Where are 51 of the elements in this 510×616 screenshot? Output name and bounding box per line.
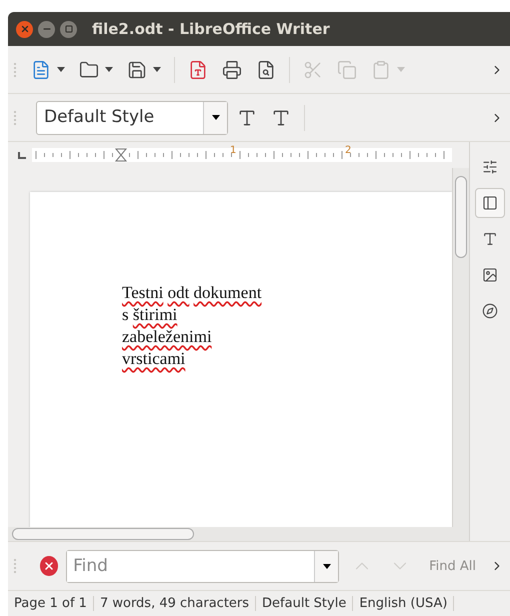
close-find-button[interactable]: [40, 556, 58, 576]
status-bar-item: English (USA): [353, 596, 454, 611]
document-text-line: vrsticami: [122, 348, 186, 370]
maximize-button[interactable]: [60, 20, 77, 38]
indent-marker-icon[interactable]: [114, 148, 128, 162]
scroll-thumb[interactable]: [12, 528, 194, 540]
sidebar-tab[interactable]: [475, 188, 505, 218]
dropdown-button[interactable]: [314, 550, 338, 582]
ruler-number: 2: [345, 145, 352, 156]
caret-icon: [322, 564, 331, 568]
tab-stop-icon: [18, 152, 26, 158]
vertical-scrollbar[interactable]: [452, 168, 469, 527]
caret-icon: [397, 67, 405, 72]
pdf-icon: [188, 60, 208, 80]
caret-icon: [212, 115, 220, 120]
save-icon: [127, 60, 147, 80]
text-style-icon: [271, 108, 291, 128]
sliders-icon: [482, 158, 498, 176]
printer-icon: [222, 60, 242, 80]
close-icon: [42, 560, 55, 572]
window-title: file2.odt - LibreOffice Writer: [92, 20, 330, 38]
scissors-icon: [303, 60, 323, 80]
caret-icon: [105, 67, 113, 72]
document-text-line: s štirimi: [122, 304, 178, 326]
text-style-icon: [237, 108, 257, 128]
document-text-line: Testni odt dokument: [122, 282, 263, 304]
clipboard-icon: [371, 60, 391, 80]
status-bar-item: 7 words, 49 characters: [94, 596, 256, 611]
ruler-number: 1: [230, 145, 236, 156]
square-icon: [64, 25, 72, 33]
image-icon: [482, 266, 498, 284]
print-preview-icon: [256, 60, 276, 80]
paragraph-style-field[interactable]: Default Style: [36, 100, 228, 134]
status-bar-item: Default Style: [256, 596, 354, 611]
new-document-icon: [31, 60, 51, 80]
compass-icon: [482, 302, 498, 320]
text-style-icon: [482, 230, 498, 248]
caret-icon: [57, 67, 65, 72]
close-window-button[interactable]: [16, 20, 33, 38]
status-bar-item: Page 1 of 1: [8, 596, 94, 611]
scroll-thumb[interactable]: [455, 176, 467, 258]
horizontal-scrollbar[interactable]: [8, 527, 469, 541]
document-text-line: zabeleženimi: [122, 326, 213, 348]
minimize-button[interactable]: [38, 20, 55, 38]
document-page[interactable]: Testni odt dokument s štirimi zabeleženimi vrsticami: [30, 192, 452, 527]
copy-icon: [337, 60, 357, 80]
caret-icon: [153, 67, 161, 72]
folder-icon: [79, 60, 99, 80]
close-icon: [20, 24, 30, 34]
dropdown-button[interactable]: [203, 102, 227, 134]
page-icon: [482, 194, 498, 212]
